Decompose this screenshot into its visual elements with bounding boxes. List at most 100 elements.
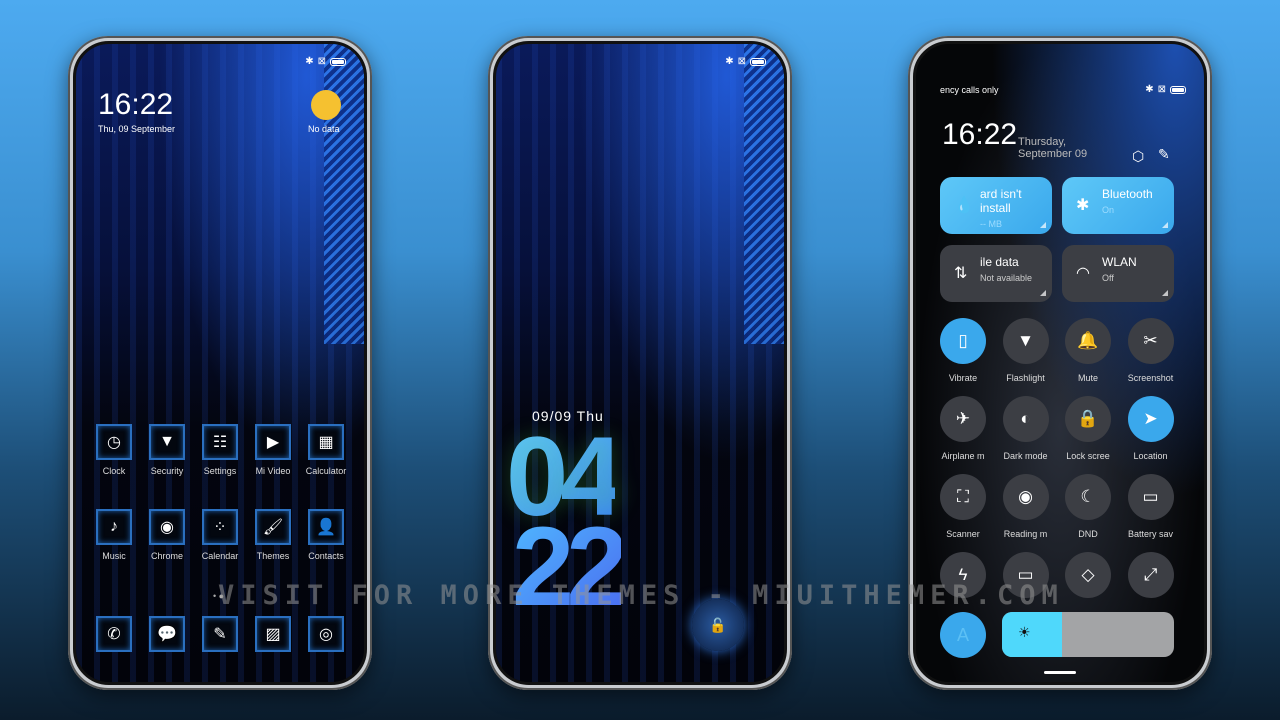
- messages-icon: 💬: [149, 616, 185, 652]
- contacts-icon: 👤: [308, 509, 344, 545]
- toggle-bell[interactable]: 🔔 Mute: [1057, 318, 1119, 383]
- toggle-label: Mute: [1077, 373, 1098, 383]
- toggle-moon[interactable]: ☾ DND: [1057, 474, 1119, 539]
- app-calculator[interactable]: ▦ Calculator: [300, 424, 352, 476]
- nearby-share-icon: ◇: [1065, 552, 1111, 598]
- flashlight-icon: ▼: [1002, 318, 1049, 364]
- card-title: ile data: [980, 255, 1019, 269]
- sun-icon: ☀: [1018, 624, 1031, 640]
- resize-icon: ⤢: [1127, 552, 1174, 598]
- cc-date: Thursday, September 09: [1018, 136, 1088, 160]
- app-contacts[interactable]: 👤 Contacts: [300, 509, 352, 561]
- auto-brightness-button[interactable]: A: [940, 612, 986, 658]
- app-settings[interactable]: ☷ Settings: [194, 424, 246, 476]
- app-clock[interactable]: ◷ Clock: [88, 424, 140, 476]
- toggle-battery-saver[interactable]: ▭ Battery sav: [1120, 474, 1182, 539]
- security-icon: ▼: [149, 424, 185, 460]
- scanner-icon: ⛶: [940, 474, 986, 520]
- battery-icon: [1170, 85, 1186, 94]
- battery-saver-icon: ▭: [1127, 474, 1174, 520]
- card-title: ard isn't install: [980, 187, 1022, 215]
- settings-gear-icon[interactable]: ⬡: [1132, 148, 1144, 165]
- card-status: On: [1102, 205, 1115, 215]
- calendar-icon: ⁘: [202, 509, 238, 545]
- toggle-dark-mode[interactable]: ◐ Dark mode: [995, 396, 1057, 461]
- status-bar: ✱ ⊠: [1145, 84, 1186, 95]
- vibrate-icon: ▯: [940, 318, 986, 364]
- bluetooth-icon: ✱: [725, 56, 734, 67]
- toggle-label: Flashlight: [1006, 373, 1045, 383]
- app-music[interactable]: ♪ Music: [88, 509, 140, 561]
- bluetooth-icon: ✱: [1076, 197, 1090, 214]
- edit-icon[interactable]: ✎: [1158, 146, 1170, 163]
- app-chrome[interactable]: ◉ Chrome: [141, 509, 193, 561]
- toggle-flashlight[interactable]: ▼ Flashlight: [995, 318, 1057, 383]
- bell-icon: 🔔: [1065, 318, 1111, 364]
- toggle-label: Location: [1133, 451, 1168, 461]
- mi-video-icon: ▶: [255, 424, 291, 460]
- app-label: Settings: [203, 466, 237, 476]
- quick-card-0[interactable]: 💧 ard isn't install -- MB: [940, 177, 1052, 234]
- dock-item[interactable]: 💬: [141, 616, 193, 658]
- toggle-scanner[interactable]: ⛶ Scanner: [932, 474, 994, 539]
- weather-icon[interactable]: [311, 90, 341, 120]
- toggle-eye[interactable]: ◉ Reading m: [995, 474, 1057, 539]
- watermark: VISIT FOR MORE THEMES - MIUITHEMER.COM: [218, 580, 1064, 611]
- toggle-label: Scanner: [946, 529, 980, 539]
- app-label: Chrome: [150, 551, 183, 561]
- app-label: Clock: [102, 466, 126, 476]
- weather-text: No data: [308, 124, 340, 134]
- toggle-label: Screenshot: [1127, 373, 1174, 383]
- clock-date: Thu, 09 September: [98, 124, 176, 134]
- card-title: Bluetooth: [1102, 187, 1153, 201]
- brightness-slider[interactable]: ☀: [1002, 612, 1174, 657]
- battery-icon: [330, 57, 346, 66]
- toggle-airplane[interactable]: ✈ Airplane m: [932, 396, 994, 461]
- screenshot-icon: ✂: [1127, 318, 1174, 364]
- app-label: Security: [150, 466, 184, 476]
- toggle-label: Reading m: [1003, 529, 1048, 539]
- app-mi-video[interactable]: ▶ Mi Video: [247, 424, 299, 476]
- dock-item[interactable]: ◎: [300, 616, 352, 658]
- toggle-location[interactable]: ➤ Location: [1120, 396, 1182, 461]
- toggle-resize[interactable]: ⤢: [1120, 552, 1182, 607]
- quick-card-2[interactable]: ⇅ ile data Not available: [940, 245, 1052, 302]
- dock-item[interactable]: ✆: [88, 616, 140, 658]
- data-usage-icon: 💧: [954, 197, 974, 214]
- location-icon: ➤: [1127, 396, 1174, 442]
- dock-item[interactable]: ▨: [247, 616, 299, 658]
- app-label: Mi Video: [255, 466, 291, 476]
- chrome-icon: ◉: [149, 509, 185, 545]
- sim-icon: ⊠: [317, 56, 326, 67]
- toggle-lock[interactable]: 🔒 Lock scree: [1057, 396, 1119, 461]
- battery-icon: [750, 57, 766, 66]
- phone-icon: ✆: [96, 616, 132, 652]
- home-indicator[interactable]: [1044, 671, 1076, 674]
- app-label: Contacts: [308, 551, 344, 561]
- dock-item[interactable]: ✎: [194, 616, 246, 658]
- app-security[interactable]: ▼ Security: [141, 424, 193, 476]
- app-calendar[interactable]: ⁘ Calendar: [194, 509, 246, 561]
- wifi-icon: ◠: [1076, 265, 1090, 282]
- bluetooth-icon: ✱: [305, 56, 314, 67]
- sim-icon: ⊠: [737, 56, 746, 67]
- card-status: -- MB: [980, 219, 1002, 229]
- app-themes[interactable]: 🖌 Themes: [247, 509, 299, 561]
- status-bar: ✱ ⊠: [305, 56, 346, 67]
- toggle-label: Vibrate: [948, 373, 978, 383]
- settings-icon: ☷: [202, 424, 238, 460]
- moon-icon: ☾: [1065, 474, 1111, 520]
- eye-icon: ◉: [1002, 474, 1049, 520]
- airplane-icon: ✈: [940, 396, 986, 442]
- toggle-nearby-share[interactable]: ◇: [1057, 552, 1119, 607]
- clock-time[interactable]: 16:22: [98, 88, 173, 122]
- toggle-screenshot[interactable]: ✂ Screenshot: [1120, 318, 1182, 383]
- lock-icon: 🔓: [709, 616, 727, 633]
- quick-card-3[interactable]: ◠ WLAN Off: [1062, 245, 1174, 302]
- toggle-vibrate[interactable]: ▯ Vibrate: [932, 318, 994, 383]
- clock-icon: ◷: [96, 424, 132, 460]
- quick-card-1[interactable]: ✱ Bluetooth On: [1062, 177, 1174, 234]
- card-status: Not available: [980, 273, 1033, 283]
- card-status: Off: [1102, 273, 1114, 283]
- bluetooth-icon: ✱: [1145, 84, 1154, 95]
